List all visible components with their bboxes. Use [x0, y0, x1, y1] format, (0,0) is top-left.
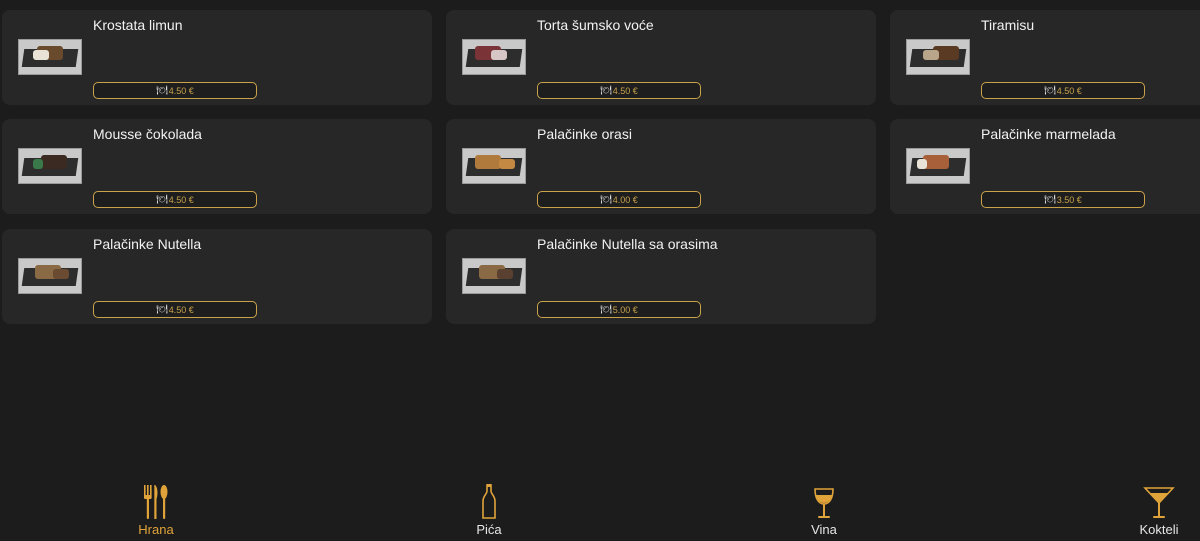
menu-item-card[interactable]: Tiramisu 🍽 4.50 € [890, 10, 1200, 105]
price-badge: 🍽 4.00 € [537, 191, 701, 208]
dish-name: Palačinke marmelada [981, 126, 1116, 142]
price-badge: 🍽 5.00 € [537, 301, 701, 318]
dish-price: 4.50 € [168, 304, 194, 315]
dish-image [18, 148, 82, 184]
cutlery-icon: 🍽 [600, 85, 612, 95]
nav-tab-vina[interactable]: Vina [779, 478, 869, 541]
nav-label: Pića [476, 522, 502, 537]
dish-price: 4.50 € [168, 85, 194, 96]
nav-label: Hrana [138, 522, 174, 537]
dish-image [18, 39, 82, 75]
fork-knife-icon [144, 485, 168, 519]
dish-price: 4.50 € [168, 194, 194, 205]
menu-item-card[interactable]: Palačinke Nutella sa orasima 🍽 5.00 € [446, 229, 876, 324]
wine-glass-icon [814, 488, 834, 518]
dish-name: Krostata limun [93, 17, 183, 33]
dish-image [906, 39, 970, 75]
menu-item-card[interactable]: Mousse čokolada 🍽 4.50 € [2, 119, 432, 214]
menu-item-card[interactable]: Palačinke Nutella 🍽 4.50 € [2, 229, 432, 324]
price-badge: 🍽 4.50 € [981, 82, 1145, 99]
cutlery-icon: 🍽 [1044, 194, 1056, 204]
price-badge: 🍽 4.50 € [537, 82, 701, 99]
cutlery-icon: 🍽 [600, 304, 612, 314]
menu-item-card[interactable]: Palačinke orasi 🍽 4.00 € [446, 119, 876, 214]
dish-name: Palačinke Nutella sa orasima [537, 236, 718, 252]
dish-image [462, 39, 526, 75]
cutlery-icon: 🍽 [1044, 85, 1056, 95]
cocktail-icon [1143, 487, 1175, 518]
dish-price: 4.00 € [612, 194, 638, 205]
dish-name: Palačinke orasi [537, 126, 632, 142]
price-badge: 🍽 3.50 € [981, 191, 1145, 208]
nav-tab-kokteli[interactable]: Kokteli [1114, 478, 1200, 541]
dish-image [462, 148, 526, 184]
nav-tab-pica[interactable]: Pića [444, 478, 534, 541]
cutlery-icon: 🍽 [156, 304, 168, 314]
cutlery-icon: 🍽 [600, 194, 612, 204]
menu-item-card[interactable]: Palačinke marmelada 🍽 3.50 € [890, 119, 1200, 214]
nav-label: Vina [811, 522, 837, 537]
price-badge: 🍽 4.50 € [93, 301, 257, 318]
price-badge: 🍽 4.50 € [93, 82, 257, 99]
cutlery-icon: 🍽 [156, 194, 168, 204]
nav-tab-hrana[interactable]: Hrana [111, 478, 201, 541]
dish-price: 4.50 € [612, 85, 638, 96]
dish-image [906, 148, 970, 184]
nav-label: Kokteli [1139, 522, 1179, 537]
dish-price: 5.00 € [612, 304, 638, 315]
bottle-icon [482, 484, 496, 519]
dish-name: Torta šumsko voće [537, 17, 654, 33]
dish-name: Mousse čokolada [93, 126, 202, 142]
dish-image [18, 258, 82, 294]
menu-item-card[interactable]: Krostata limun 🍽 4.50 € [2, 10, 432, 105]
price-badge: 🍽 4.50 € [93, 191, 257, 208]
bottom-nav: Hrana Pića Vina Kokteli [0, 478, 1200, 541]
dish-name: Palačinke Nutella [93, 236, 202, 252]
cutlery-icon: 🍽 [156, 85, 168, 95]
dish-image [462, 258, 526, 294]
menu-item-card[interactable]: Torta šumsko voće 🍽 4.50 € [446, 10, 876, 105]
dish-price: 4.50 € [1056, 85, 1082, 96]
dish-price: 3.50 € [1056, 194, 1082, 205]
dish-name: Tiramisu [981, 17, 1035, 33]
menu-grid: Krostata limun 🍽 4.50 € Torta šumsko voće… [0, 0, 1200, 470]
